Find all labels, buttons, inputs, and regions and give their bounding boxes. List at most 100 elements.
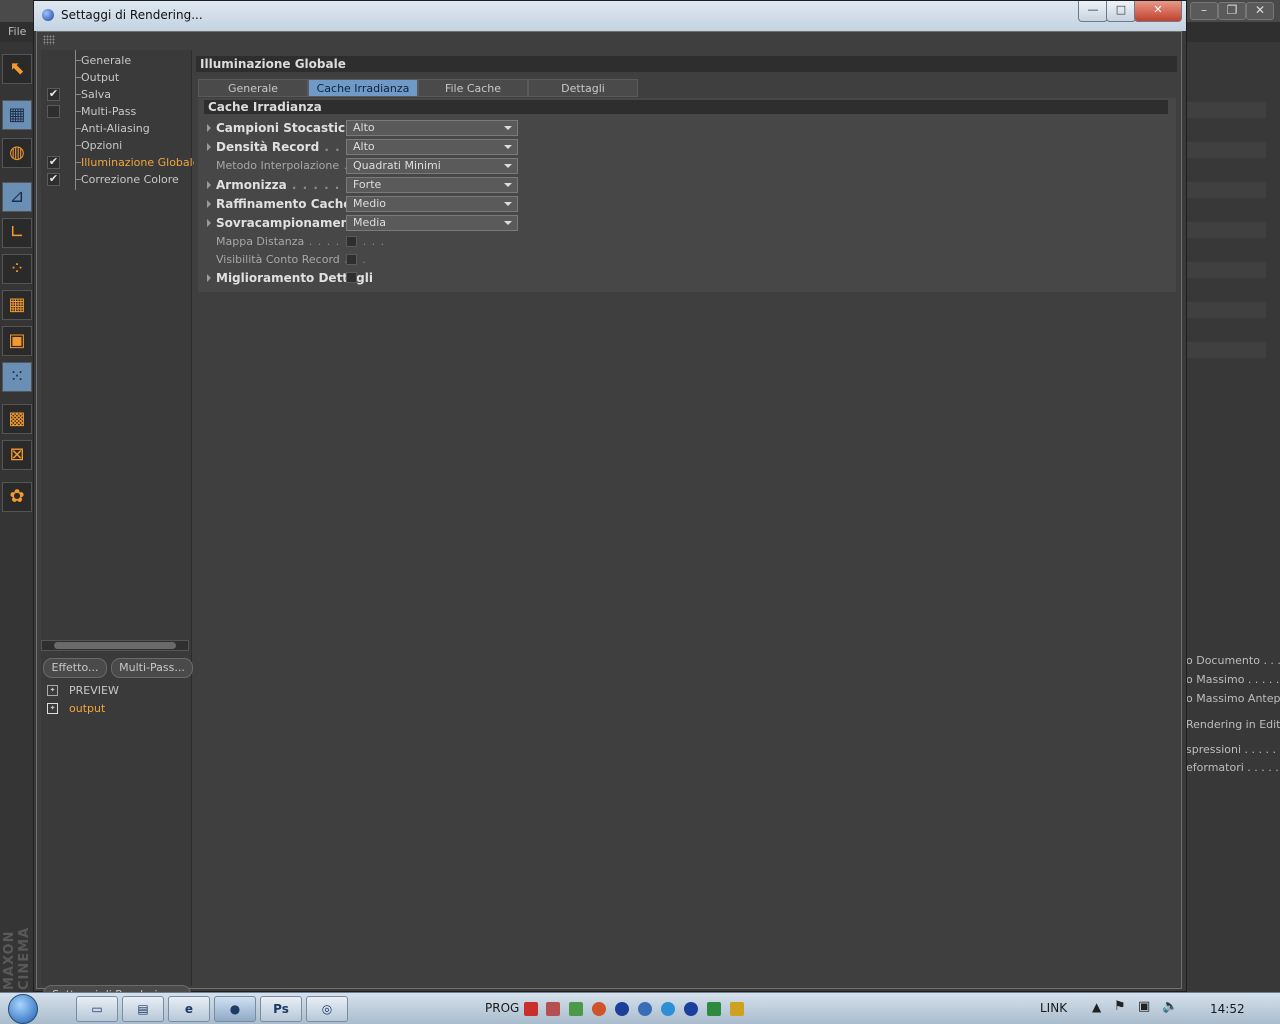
ie-quick-icon[interactable]	[661, 1002, 675, 1016]
tree-item-output[interactable]: Output	[81, 69, 119, 86]
panel-grip-icon[interactable]	[43, 35, 55, 45]
raffinamento-cache-select[interactable]: Medio	[346, 196, 518, 212]
tree-horizontal-scrollbar[interactable]	[41, 640, 189, 651]
tool-model-icon[interactable]: ⬉	[2, 54, 32, 84]
effetto-button[interactable]: Effetto...	[43, 658, 107, 678]
visibilita-conto-record-checkbox[interactable]	[346, 254, 357, 265]
bg-close-button[interactable]: ✕	[1246, 2, 1274, 20]
expand-arrow-icon[interactable]	[207, 219, 211, 227]
scrollbar-thumb[interactable]	[54, 642, 176, 649]
tool-polygons-icon[interactable]: ▣	[2, 326, 32, 356]
flag-icon[interactable]: ⚑	[1114, 999, 1126, 1014]
param-label: Metodo Interpolazione	[216, 159, 340, 172]
cinema4d-quick-icon[interactable]	[615, 1002, 629, 1016]
mappa-distanza-checkbox[interactable]	[346, 236, 357, 247]
bg-restore-button[interactable]: ❐	[1218, 2, 1246, 20]
param-label: Densità Record	[216, 140, 320, 154]
tool-sculpt-icon[interactable]: ✿	[2, 482, 32, 512]
taskbar-explorer-icon[interactable]: ▭	[76, 996, 118, 1022]
tree-item-generale[interactable]: Generale	[81, 52, 131, 69]
menu-file[interactable]: File	[8, 25, 26, 38]
acrobat-icon[interactable]	[524, 1002, 538, 1016]
sovracampionamento-select[interactable]: Media	[346, 215, 518, 231]
clock[interactable]: 14:52	[1210, 1002, 1245, 1016]
tool-checker-axis-icon[interactable]: ⊠	[2, 440, 32, 470]
taskbar-app-icon[interactable]: ◎	[306, 996, 348, 1022]
tool-edges-icon[interactable]: ▦	[2, 290, 32, 320]
cinema4d-quick2-icon[interactable]	[684, 1002, 698, 1016]
tree-item-multipass[interactable]: Multi-Pass	[81, 103, 136, 120]
chevron-down-icon	[504, 183, 512, 187]
taskbar-photoshop-icon[interactable]: Ps	[260, 996, 302, 1022]
densita-record-select[interactable]: Alto	[346, 139, 518, 155]
param-visibilita-conto-record: Visibilità Conto Record . . .	[216, 253, 367, 266]
bg-right-text: spressioni . . . . . .	[1186, 743, 1280, 756]
network-icon[interactable]	[638, 1002, 652, 1016]
tool-points-icon[interactable]: ⁘	[2, 254, 32, 284]
tool-quick-icon[interactable]	[730, 1002, 744, 1016]
tree-item-correzione-colore[interactable]: Correzione Colore	[81, 171, 179, 188]
dialog-titlebar[interactable]: Settaggi di Rendering... — □ ✕	[34, 1, 1186, 31]
miglioramento-dettagli-checkbox[interactable]	[346, 272, 357, 283]
tool-checker-icon[interactable]: ▩	[2, 404, 32, 434]
tree-item-anti-aliasing[interactable]: Anti-Aliasing	[81, 120, 150, 137]
preset-label: PREVIEW	[69, 684, 119, 697]
network-tray-icon[interactable]: ▣	[1138, 999, 1150, 1014]
group-title: Cache Irradianza	[204, 100, 1168, 114]
multipass-checkbox[interactable]	[47, 105, 60, 118]
chevron-down-icon	[504, 126, 512, 130]
expand-arrow-icon[interactable]	[207, 274, 211, 282]
link-toolbar-label[interactable]: LINK	[1040, 1001, 1067, 1015]
tree-item-opzioni[interactable]: Opzioni	[81, 137, 122, 154]
campioni-stocastici-select[interactable]: Alto	[346, 120, 518, 136]
chrome-icon[interactable]	[592, 1002, 606, 1016]
tool-axis2-icon[interactable]: ∟	[2, 218, 32, 248]
tab-dettagli[interactable]: Dettagli	[528, 79, 638, 97]
pdf-tool-icon[interactable]	[546, 1002, 560, 1016]
tool-uv-icon[interactable]: ⁙	[2, 362, 32, 392]
salva-checkbox[interactable]: ✔	[47, 88, 60, 101]
param-miglioramento-dettagli: Miglioramento Dettagli	[198, 269, 698, 288]
chevron-down-icon	[504, 145, 512, 149]
expand-arrow-icon[interactable]	[207, 200, 211, 208]
param-label: Raffinamento Cache	[216, 197, 352, 211]
show-hidden-icons-icon[interactable]: ▲	[1092, 1000, 1101, 1014]
tool-texture-icon[interactable]: ◍	[2, 138, 32, 168]
tree-item-salva[interactable]: Salva	[81, 86, 111, 103]
metodo-interpolazione-select[interactable]: Quadrati Minimi	[346, 158, 518, 174]
param-raffinamento-cache: Raffinamento Cache . Medio	[198, 195, 698, 214]
preset-item-preview[interactable]: ✦ PREVIEW	[43, 682, 189, 699]
tool-axis-icon[interactable]: ⊿	[2, 182, 32, 212]
tool-layout-icon[interactable]: ▦	[2, 100, 32, 130]
taskbar-window-icon[interactable]: ▤	[122, 996, 164, 1022]
taskbar-cinema4d-icon[interactable]: ●	[214, 996, 256, 1022]
correzione-colore-checkbox[interactable]: ✔	[47, 173, 60, 186]
taskbar-ie-icon[interactable]: e	[168, 996, 210, 1022]
maxon-logo: MAXON CINEMA 4D	[2, 926, 47, 990]
app-grid-icon[interactable]	[569, 1002, 583, 1016]
expand-arrow-icon[interactable]	[207, 143, 211, 151]
minimize-button[interactable]: —	[1078, 1, 1108, 22]
maximize-button[interactable]: □	[1106, 1, 1136, 22]
tab-cache-irradianza[interactable]: Cache Irradianza	[308, 79, 418, 97]
expand-arrow-icon[interactable]	[207, 181, 211, 189]
main-settings-panel: Illuminazione Globale Generale Cache Irr…	[194, 50, 1179, 986]
tab-generale[interactable]: Generale	[198, 79, 308, 97]
expand-arrow-icon[interactable]	[207, 124, 211, 132]
tree-connector	[75, 50, 76, 190]
multipass-button[interactable]: Multi-Pass...	[111, 658, 193, 678]
preset-item-output[interactable]: ✦ output	[43, 700, 189, 717]
quicklaunch-prog-label[interactable]: PROG	[485, 1001, 519, 1015]
illuminazione-globale-checkbox[interactable]: ✔	[47, 156, 60, 169]
tree-item-illuminazione-globale[interactable]: Illuminazione Globale	[81, 154, 199, 171]
param-label: Sovracampionamento	[216, 216, 364, 230]
tab-file-cache-irradianza[interactable]: File Cache Irradianza	[418, 79, 528, 112]
bg-minimize-button[interactable]: –	[1190, 2, 1218, 20]
start-button-icon[interactable]	[8, 994, 38, 1024]
volume-icon[interactable]: 🔈	[1162, 999, 1178, 1014]
param-mappa-distanza: Mappa Distanza . . . . . . . . .	[216, 235, 386, 248]
armonizza-select[interactable]: Forte	[346, 177, 518, 193]
section-title: Illuminazione Globale	[196, 56, 1177, 72]
close-button[interactable]: ✕	[1134, 1, 1182, 22]
excel-icon[interactable]	[707, 1002, 721, 1016]
